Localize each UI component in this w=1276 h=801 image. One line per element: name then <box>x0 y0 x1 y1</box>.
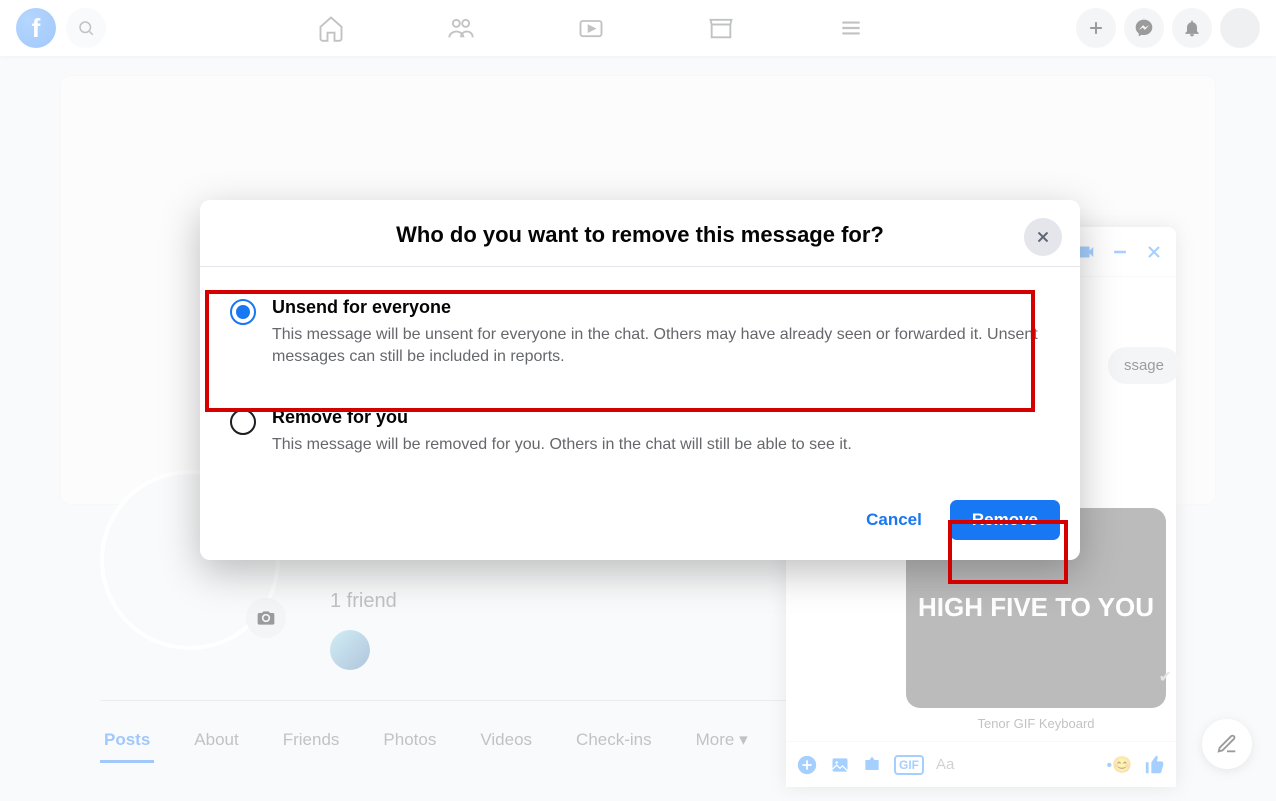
chat-close-button[interactable] <box>1144 242 1164 262</box>
facebook-logo[interactable]: f <box>16 8 56 48</box>
nav-watch[interactable] <box>571 8 611 48</box>
nav-friends[interactable] <box>441 8 481 48</box>
chat-footer: GIF Aa •😊 <box>786 741 1176 787</box>
tab-videos[interactable]: Videos <box>476 720 536 763</box>
people-icon <box>447 14 475 42</box>
nav-marketplace[interactable] <box>701 8 741 48</box>
modal-title: Who do you want to remove this message f… <box>260 222 1020 248</box>
nav-home[interactable] <box>311 8 351 48</box>
modal-body: Unsend for everyone This message will be… <box>200 267 1080 486</box>
chat-add-button[interactable] <box>796 754 818 776</box>
thumb-icon <box>1144 754 1166 776</box>
modal-footer: Cancel Remove <box>200 486 1080 560</box>
sticker-icon <box>862 755 882 775</box>
option-description: This message will be removed for you. Ot… <box>272 434 852 456</box>
search-button[interactable] <box>66 8 106 48</box>
nav-notifications[interactable] <box>1172 8 1212 48</box>
radio-unsend-everyone[interactable] <box>230 299 256 325</box>
chat-sticker-button[interactable] <box>862 755 882 775</box>
cancel-button[interactable]: Cancel <box>852 500 936 540</box>
friend-avatar[interactable] <box>330 630 370 670</box>
tab-checkins[interactable]: Check-ins <box>572 720 656 763</box>
option-unsend-everyone[interactable]: Unsend for everyone This message will be… <box>226 287 1054 379</box>
close-icon <box>1034 228 1052 246</box>
chat-message-partial: ssage <box>1108 347 1176 384</box>
nav-center <box>106 8 1076 48</box>
chat-gif-button[interactable]: GIF <box>894 755 924 775</box>
option-title: Unsend for everyone <box>272 297 1050 318</box>
chat-emoji-button[interactable]: •😊 <box>1106 755 1132 775</box>
plus-circle-icon <box>796 754 818 776</box>
top-navigation: f <box>0 0 1276 56</box>
watch-icon <box>577 14 605 42</box>
nav-menu[interactable] <box>831 8 871 48</box>
option-description: This message will be unsent for everyone… <box>272 324 1050 369</box>
marketplace-icon <box>707 14 735 42</box>
remove-button[interactable]: Remove <box>950 500 1060 540</box>
nav-create[interactable] <box>1076 8 1116 48</box>
radio-remove-for-you[interactable] <box>230 409 256 435</box>
tab-posts[interactable]: Posts <box>100 720 154 763</box>
option-title: Remove for you <box>272 407 852 428</box>
option-remove-for-you[interactable]: Remove for you This message will be remo… <box>226 397 1054 466</box>
new-message-button[interactable] <box>1202 719 1252 769</box>
camera-icon <box>256 608 276 628</box>
tab-more[interactable]: More ▾ <box>692 720 752 763</box>
chat-minimize-button[interactable] <box>1110 242 1130 262</box>
bell-icon <box>1182 18 1202 38</box>
home-icon <box>317 14 345 42</box>
profile-tabs: Posts About Friends Photos Videos Check-… <box>100 720 752 763</box>
gif-caption: Tenor GIF Keyboard <box>906 716 1166 731</box>
chat-photo-button[interactable] <box>830 755 850 775</box>
nav-avatar[interactable] <box>1220 8 1260 48</box>
compose-icon <box>1216 733 1238 755</box>
nav-right <box>1076 8 1260 48</box>
tab-photos[interactable]: Photos <box>379 720 440 763</box>
chat-input[interactable]: Aa <box>936 756 1094 773</box>
update-photo-button[interactable] <box>246 598 286 638</box>
chat-like-button[interactable] <box>1144 754 1166 776</box>
modal-close-button[interactable] <box>1024 218 1062 256</box>
tab-friends[interactable]: Friends <box>279 720 344 763</box>
messenger-icon <box>1134 18 1154 38</box>
minimize-icon <box>1110 242 1130 262</box>
hamburger-icon <box>838 15 864 41</box>
remove-message-modal: Who do you want to remove this message f… <box>200 200 1080 560</box>
close-icon <box>1144 242 1164 262</box>
seen-indicator: ✔︎ <box>1159 667 1172 687</box>
friend-count: 1 friend <box>330 590 397 613</box>
photo-icon <box>830 755 850 775</box>
search-icon <box>77 19 95 37</box>
plus-icon <box>1086 18 1106 38</box>
nav-messenger[interactable] <box>1124 8 1164 48</box>
tab-about[interactable]: About <box>190 720 242 763</box>
modal-header: Who do you want to remove this message f… <box>200 200 1080 267</box>
